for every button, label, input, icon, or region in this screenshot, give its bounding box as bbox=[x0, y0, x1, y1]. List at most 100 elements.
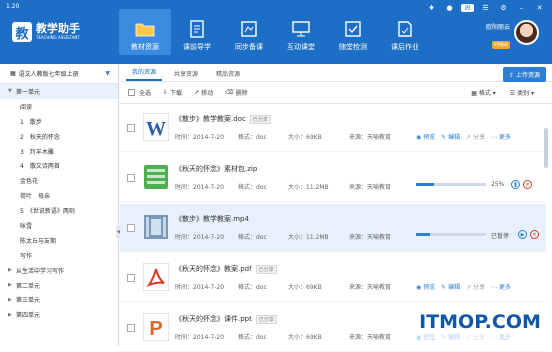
nav-label: 课后作业 bbox=[391, 43, 419, 51]
avatar[interactable] bbox=[514, 20, 539, 45]
cancel-icon[interactable]: ✕ bbox=[523, 180, 532, 189]
nav-item-pre-class-guide[interactable]: 课前导学 bbox=[171, 9, 223, 55]
select-all-checkbox[interactable] bbox=[128, 89, 135, 96]
sidebar: ▦ 语文人教版七年级上册 ▼ ▼ 第一单元 阅读 1 散步 2 秋天的怀念 3 羚羊木雕 4… bbox=[0, 64, 119, 346]
mail-icon[interactable]: ✉ bbox=[461, 4, 474, 12]
share-button[interactable]: ↗ 分享 bbox=[466, 132, 485, 141]
file-row[interactable]: 《秋天的怀念》教案.pdf 已分享 时间：2014-7-20 格式：doc 大小：69K… bbox=[120, 254, 546, 302]
tree-unit[interactable]: ▶ 第三单元 bbox=[0, 292, 118, 307]
delete-button[interactable]: ⌫ 删除 bbox=[225, 88, 248, 97]
download-icon: ⇩ bbox=[163, 89, 169, 96]
logo-mark: 教 bbox=[12, 22, 32, 42]
edit-button[interactable]: ✎ 编辑 bbox=[441, 282, 460, 291]
settings-icon[interactable]: ⚙ bbox=[497, 4, 510, 12]
select-all-label[interactable]: 全选 bbox=[139, 88, 151, 97]
file-name[interactable]: 《散步》教学教案.doc bbox=[175, 114, 246, 124]
file-time: 时间：2014-7-20 bbox=[175, 134, 225, 141]
app-header: 1.20 教 教学助手 TEACHING ASSISTANT 教材资源 课前导学… bbox=[0, 0, 552, 64]
file-name[interactable]: 《秋天的怀念》教案.pdf bbox=[175, 264, 252, 274]
tree-unit[interactable]: ▶ 第二单元 bbox=[0, 278, 118, 293]
tree-item[interactable]: 3 羚羊木雕 bbox=[0, 144, 118, 159]
tree-item[interactable]: 2 秋天的怀念 bbox=[0, 129, 118, 144]
quiz-check-icon bbox=[342, 19, 364, 39]
tree-item[interactable]: 金色花 bbox=[0, 173, 118, 188]
tree-unit[interactable]: ▶ 从生活中学习写作 bbox=[0, 263, 118, 278]
file-source: 来源：天喻教育 bbox=[349, 334, 392, 341]
file-time: 时间：2014-7-20 bbox=[175, 184, 225, 191]
tree-item[interactable]: 咏雪 bbox=[0, 218, 118, 233]
file-checkbox[interactable] bbox=[127, 224, 135, 232]
tree-label: 第四单元 bbox=[16, 312, 41, 320]
category-filter[interactable]: ☰ 类别 ▾ bbox=[510, 88, 534, 97]
nav-item-homework[interactable]: 课后作业 bbox=[379, 9, 431, 55]
chapter-tree: ▼ 第一单元 阅读 1 散步 2 秋天的怀念 3 羚羊木雕 4 散文诗两首金色花荷叶 母亲 5… bbox=[0, 84, 118, 322]
file-checkbox[interactable] bbox=[127, 274, 135, 282]
nav-item-quiz[interactable]: 随堂检测 bbox=[327, 9, 379, 55]
progress-fill bbox=[416, 233, 430, 236]
file-format: 格式：doc bbox=[238, 284, 267, 291]
tab-my-resources[interactable]: 我的资源 bbox=[126, 67, 163, 81]
format-filter[interactable]: ▦ 格式 ▾ bbox=[471, 88, 496, 97]
file-checkbox[interactable] bbox=[127, 124, 135, 132]
edit-button[interactable]: ✎ 编辑 bbox=[441, 132, 460, 141]
move-button[interactable]: ➚ 移动 bbox=[194, 88, 213, 97]
tree-item[interactable]: 阅读 bbox=[0, 99, 118, 114]
zip-archive-icon bbox=[142, 162, 170, 192]
cancel-icon[interactable]: ✕ bbox=[530, 230, 539, 239]
file-checkbox[interactable] bbox=[127, 174, 135, 182]
file-name[interactable]: 《散步》教学教案.mp4 bbox=[175, 214, 249, 224]
file-name[interactable]: 《秋天的怀念》素材包.zip bbox=[175, 164, 257, 174]
more-button[interactable]: ⋯ 更多 bbox=[491, 282, 511, 291]
textbook-select[interactable]: ▦ 语文人教版七年级上册 ▼ bbox=[0, 64, 118, 84]
tree-item[interactable]: 荷叶 母亲 bbox=[0, 188, 118, 203]
scrollbar[interactable] bbox=[544, 128, 548, 168]
resource-toolbar: 全选 ⇩ 下载 ➚ 移动 ⌫ 删除 ▦ 格式 ▾ ☰ 类别 ▾ bbox=[120, 82, 552, 104]
more-button[interactable]: ⋯ 更多 bbox=[491, 132, 511, 141]
file-checkbox[interactable] bbox=[127, 324, 135, 332]
pin-icon[interactable]: ● bbox=[443, 4, 456, 12]
close-icon[interactable]: ✕ bbox=[533, 4, 546, 12]
pause-icon[interactable]: ❚ bbox=[511, 180, 520, 189]
tree-item[interactable]: 4 散文诗两首 bbox=[0, 158, 118, 173]
resume-icon[interactable]: ▶ bbox=[518, 230, 527, 239]
file-name[interactable]: 《秋天的怀念》课件.ppt bbox=[175, 314, 252, 324]
file-time: 时间：2014-7-20 bbox=[175, 234, 225, 241]
progress-text: 25% bbox=[491, 181, 505, 188]
textbook-select-value: 语文人教版七年级上册 bbox=[18, 71, 79, 78]
minimize-icon[interactable]: – bbox=[515, 4, 528, 12]
app-logo: 教 教学助手 TEACHING ASSISTANT bbox=[12, 22, 80, 42]
tree-item[interactable]: 写作 bbox=[0, 248, 118, 263]
tab-shared-resources[interactable]: 共享资源 bbox=[168, 69, 204, 81]
tree-label: 第二单元 bbox=[16, 282, 41, 290]
tree-unit[interactable]: ▶ 第四单元 bbox=[0, 307, 118, 322]
preview-button[interactable]: ◉ 预览 bbox=[416, 282, 435, 291]
nav-item-interactive-class[interactable]: 互动课堂 bbox=[275, 9, 327, 55]
tree-item[interactable]: 陈太丘与友期 bbox=[0, 233, 118, 248]
app-subtitle: TEACHING ASSISTANT bbox=[36, 35, 80, 40]
chevron-right-icon: ▶ bbox=[8, 267, 12, 274]
svg-text:W: W bbox=[146, 118, 166, 140]
user-info[interactable]: 欧阳丽云 VIP教师 bbox=[454, 22, 510, 49]
file-row[interactable]: 《散步》教学教案.mp4 时间：2014-7-20 格式：doc 大小：11.2MB 来… bbox=[120, 204, 546, 252]
file-format: 格式：doc bbox=[238, 134, 267, 141]
bell-icon[interactable]: ♦ bbox=[425, 4, 438, 12]
preview-button[interactable]: ◉ 预览 bbox=[416, 132, 435, 141]
video-file-icon bbox=[142, 212, 170, 242]
tree-unit[interactable]: ▼ 第一单元 bbox=[0, 84, 118, 99]
file-size: 大小：11.2MB bbox=[288, 234, 329, 241]
share-button[interactable]: ↗ 分享 bbox=[466, 282, 485, 291]
tree-label: 金色花 bbox=[20, 178, 39, 186]
file-actions: ◉ 预览 ✎ 编辑 ↗ 分享 ⋯ 更多 bbox=[416, 132, 511, 141]
download-button[interactable]: ⇩ 下载 bbox=[163, 88, 182, 97]
nav-item-lesson-prep[interactable]: 同步备课 bbox=[223, 9, 275, 55]
tab-premium-resources[interactable]: 精品资源 bbox=[210, 69, 246, 81]
tree-item[interactable]: 5 《世说新语》两则 bbox=[0, 203, 118, 218]
menu-icon[interactable]: ☰ bbox=[479, 4, 492, 12]
tree-label: 陈太丘与友期 bbox=[20, 237, 57, 245]
nav-item-textbook-resources[interactable]: 教材资源 bbox=[119, 9, 171, 55]
file-row[interactable]: W 《散步》教学教案.doc 已分享 时间：2014-7-20 格式：doc 大小：69K… bbox=[120, 104, 546, 152]
upload-button[interactable]: ⇧ 上传资源 bbox=[503, 67, 546, 82]
tree-item[interactable]: 1 散步 bbox=[0, 114, 118, 129]
file-row[interactable]: 《秋天的怀念》素材包.zip 时间：2014-7-20 格式：doc 大小：11.2M… bbox=[120, 154, 546, 202]
download-progress bbox=[416, 183, 486, 186]
